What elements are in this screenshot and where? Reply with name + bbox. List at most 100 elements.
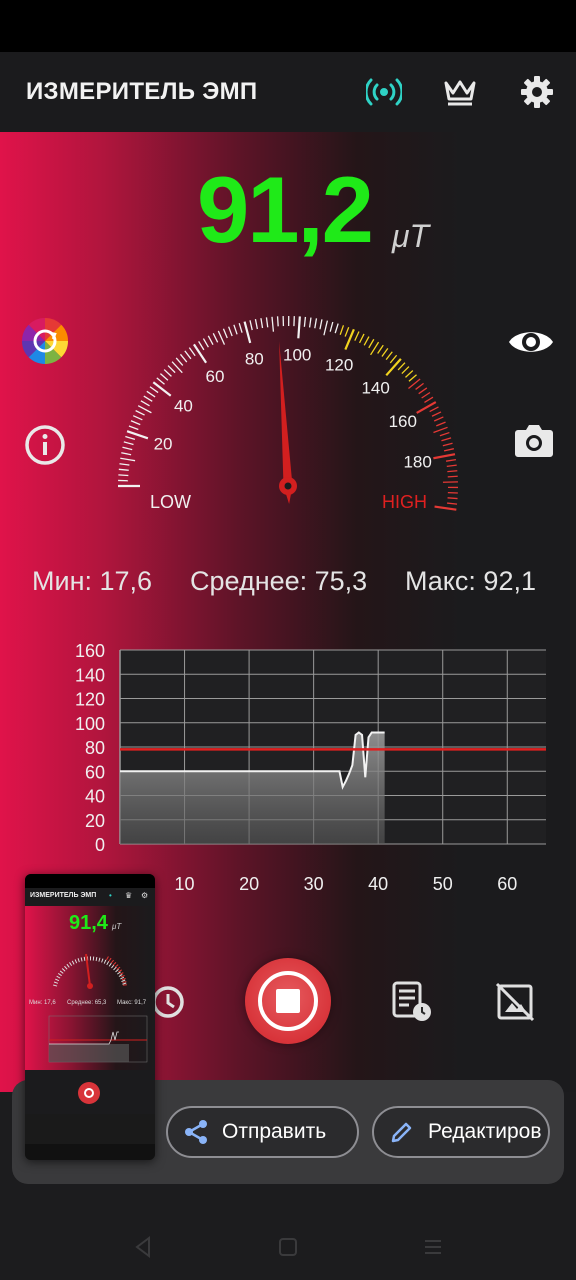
gauge-tick [202, 338, 209, 348]
gauge-tick [418, 387, 428, 395]
gauge-tick [140, 400, 150, 407]
gauge-label: 160 [389, 412, 417, 431]
chart: 160 140 120 100 80 60 40 20 0 10 20 30 40 50 60 [75, 641, 546, 894]
gauge-tick [184, 350, 192, 360]
share-send-button[interactable]: Отправить [166, 1106, 359, 1158]
gauge-tick [436, 421, 446, 427]
gauge-tick [222, 328, 228, 339]
gauge-tick [193, 343, 208, 364]
gauge-tick [368, 338, 375, 349]
pencil-icon [388, 1118, 416, 1146]
share-send-label: Отправить [222, 1120, 327, 1143]
gear-icon[interactable] [515, 70, 559, 114]
gauge-tick [179, 353, 188, 363]
gauge-tick [447, 470, 458, 473]
stat-max: Макс: 92,1 [405, 566, 536, 596]
gauge-tick [433, 426, 448, 434]
gauge-tick [123, 441, 134, 446]
gauge-tick [385, 358, 402, 377]
gauge-tick [433, 416, 444, 422]
info-icon[interactable] [17, 417, 73, 473]
broadcast-icon[interactable] [362, 70, 406, 114]
app-header: ИЗМЕРИТЕЛЬ ЭМП [0, 52, 576, 132]
log-history-icon[interactable] [390, 980, 434, 1024]
gauge-tick [212, 333, 219, 343]
thumb-reading: 91,4 [69, 912, 108, 934]
chart-y-tick: 140 [75, 665, 105, 685]
share-icon [182, 1118, 210, 1146]
chart-x-tick: 30 [304, 874, 324, 894]
gauge-tick [408, 374, 417, 382]
gauge-tick [443, 448, 454, 452]
gauge-label: 120 [325, 355, 353, 374]
share-edit-label: Редактиров [428, 1120, 542, 1143]
gauge-tick [442, 442, 453, 447]
gauge-tick [424, 396, 434, 404]
camera-icon[interactable] [506, 412, 562, 468]
gauge-tick [433, 453, 456, 460]
gauge-tick [447, 502, 458, 505]
gauge-tick [363, 336, 370, 346]
gauge-tick [354, 331, 360, 341]
gauge-tick [238, 322, 243, 333]
thumb-stat-min: Мин: 17,6 [29, 1000, 56, 1006]
gauge-high-label: HIGH [382, 492, 427, 512]
crown-icon[interactable] [438, 70, 482, 114]
gauge-tick [431, 411, 442, 417]
chart-y-tick: 40 [85, 787, 105, 807]
gauge-tick [125, 435, 136, 441]
gauge-tick [137, 405, 152, 414]
gauge-tick [329, 321, 334, 332]
gauge-tick [146, 390, 156, 398]
back-icon[interactable] [128, 1232, 158, 1262]
navigation-bar [0, 1210, 576, 1280]
eye-icon[interactable] [503, 314, 559, 370]
gauge: 2040 60 80 100 120 140160 180 LOW HIGH [118, 315, 458, 512]
no-image-icon[interactable] [493, 980, 537, 1024]
gauge-tick [276, 316, 279, 327]
home-icon[interactable] [273, 1232, 303, 1262]
chart-y-tick: 20 [85, 811, 105, 831]
chart-x-tick: 10 [175, 874, 195, 894]
gauge-tick [439, 431, 450, 437]
chart-y-tick: 0 [95, 835, 105, 855]
gauge-label: 40 [174, 396, 193, 415]
gauge-tick [344, 326, 350, 337]
stat-avg: Среднее: 75,3 [190, 566, 368, 596]
gauge-tick [175, 357, 184, 366]
gauge-tick [381, 348, 389, 357]
gauge-tick [217, 330, 226, 345]
thumb-stat-avg: Среднее: 65,3 [67, 1000, 107, 1006]
gauge-tick [445, 458, 457, 462]
chart-y-tick: 100 [75, 714, 105, 734]
gauge-tick [397, 362, 406, 371]
screenshot-thumbnail[interactable]: ИЗМЕРИТЕЛЬ ЭМП • ♛ ⚙ 91,4 μT Мин: 17,6 С… [25, 874, 155, 1160]
gauge-tick [135, 410, 145, 416]
gauge-tick [118, 468, 129, 471]
gauge-tick [233, 324, 238, 335]
gauge-tick [429, 406, 439, 413]
gauge-tick [401, 366, 410, 375]
gauge-tick [119, 463, 130, 466]
gauge-tick [188, 347, 196, 357]
gauge-tick [198, 341, 205, 351]
chart-y-tick: 160 [75, 641, 105, 661]
recents-icon[interactable] [418, 1232, 448, 1262]
gauge-low-label: LOW [150, 492, 191, 512]
gauge-label: 80 [245, 349, 264, 368]
gauge-needle [279, 341, 297, 504]
share-edit-button[interactable]: Редактиров [372, 1106, 550, 1158]
chart-x-tick: 20 [239, 874, 259, 894]
gauge-tick [132, 415, 143, 421]
record-button[interactable] [245, 958, 331, 1044]
chart-y-tick: 80 [85, 738, 105, 758]
chart-x-tick: 60 [497, 874, 517, 894]
gauge-tick [421, 391, 431, 399]
gauge-tick [441, 437, 452, 442]
thumb-unit: μT [112, 922, 122, 931]
color-theme-icon[interactable] [17, 313, 73, 369]
gauge-tick [243, 321, 252, 344]
gauge-tick [207, 335, 214, 345]
gauge-tick [265, 317, 269, 328]
gauge-tick [118, 474, 129, 477]
